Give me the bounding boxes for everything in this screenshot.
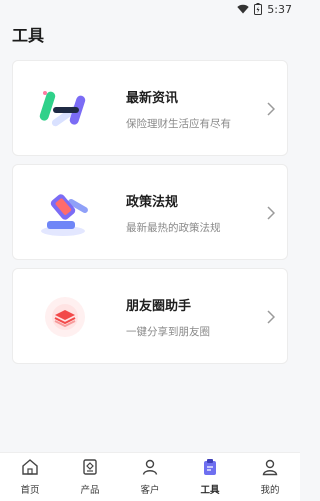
product-icon [81,458,99,479]
tab-product[interactable]: 产品 [60,453,120,501]
chevron-right-icon [267,101,276,120]
chevron-right-icon [267,309,276,328]
tab-customer[interactable]: 客户 [120,453,180,501]
card-title: 政策法规 [126,195,179,210]
status-time: 5:37 [267,2,292,16]
customer-icon [141,458,159,479]
tab-label: 首页 [20,485,40,496]
gavel-icon [33,181,97,245]
card-news[interactable]: 最新资讯 保险理财生活应有尽有 [12,60,288,156]
card-subtitle: 一键分享到朋友圈 [126,326,210,338]
profile-icon [261,458,279,479]
card-title: 朋友圈助手 [126,299,192,314]
home-icon [21,458,39,479]
battery-icon [254,3,263,15]
card-moments-assistant[interactable]: 朋友圈助手 一键分享到朋友圈 [12,268,288,364]
stack-icon [33,285,97,349]
card-title: 最新资讯 [126,91,179,106]
card-subtitle: 最新最热的政策法规 [126,222,221,234]
status-bar: 5:37 [0,0,300,18]
tab-label: 工具 [200,485,220,496]
chevron-right-icon [267,205,276,224]
wifi-icon [237,4,249,14]
page-title: 工具 [12,26,45,45]
clipboard-icon [201,458,219,479]
tab-label: 我的 [260,485,280,496]
news-icon [33,77,97,141]
tab-mine[interactable]: 我的 [240,453,300,501]
tab-tools[interactable]: 工具 [180,453,240,501]
bottom-tab-bar: 首页 产品 客户 工具 我的 [0,452,300,501]
card-subtitle: 保险理财生活应有尽有 [126,118,231,130]
tab-label: 客户 [140,485,160,496]
tab-home[interactable]: 首页 [0,453,60,501]
tab-label: 产品 [80,485,100,496]
card-policy[interactable]: 政策法规 最新最热的政策法规 [12,164,288,260]
